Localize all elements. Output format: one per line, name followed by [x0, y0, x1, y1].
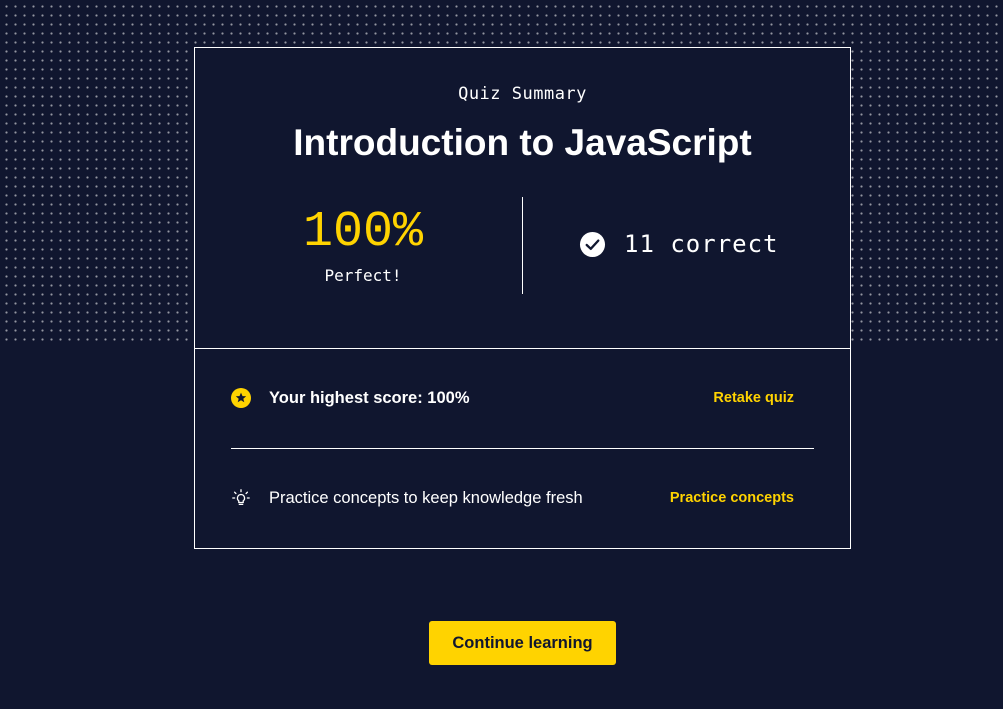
continue-learning-button[interactable]: Continue learning [429, 621, 616, 665]
score-block: 100% Perfect! [263, 204, 463, 285]
correct-count: 11 correct [579, 230, 779, 258]
vertical-divider [522, 197, 523, 294]
highest-score-row: Your highest score: 100% Retake quiz [231, 383, 814, 413]
practice-row: Practice concepts to keep knowledge fres… [231, 483, 814, 513]
check-circle-icon [579, 231, 606, 257]
summary-eyebrow: Quiz Summary [458, 84, 587, 104]
star-badge-icon [231, 388, 251, 408]
horizontal-divider [231, 448, 814, 449]
practice-concepts-link[interactable]: Practice concepts [670, 490, 794, 506]
quiz-title: Introduction to JavaScript [293, 122, 752, 163]
quiz-summary-card: Quiz Summary Introduction to JavaScript … [194, 47, 851, 549]
score-percent: 100% [302, 204, 424, 261]
correct-count-text: 11 correct [624, 230, 779, 258]
practice-text: Practice concepts to keep knowledge fres… [269, 488, 583, 507]
highest-score-text: Your highest score: 100% [269, 388, 470, 407]
lightbulb-icon [232, 489, 250, 506]
retake-quiz-link[interactable]: Retake quiz [713, 390, 794, 406]
score-label: Perfect! [324, 266, 402, 285]
summary-section: Quiz Summary Introduction to JavaScript … [195, 48, 850, 349]
